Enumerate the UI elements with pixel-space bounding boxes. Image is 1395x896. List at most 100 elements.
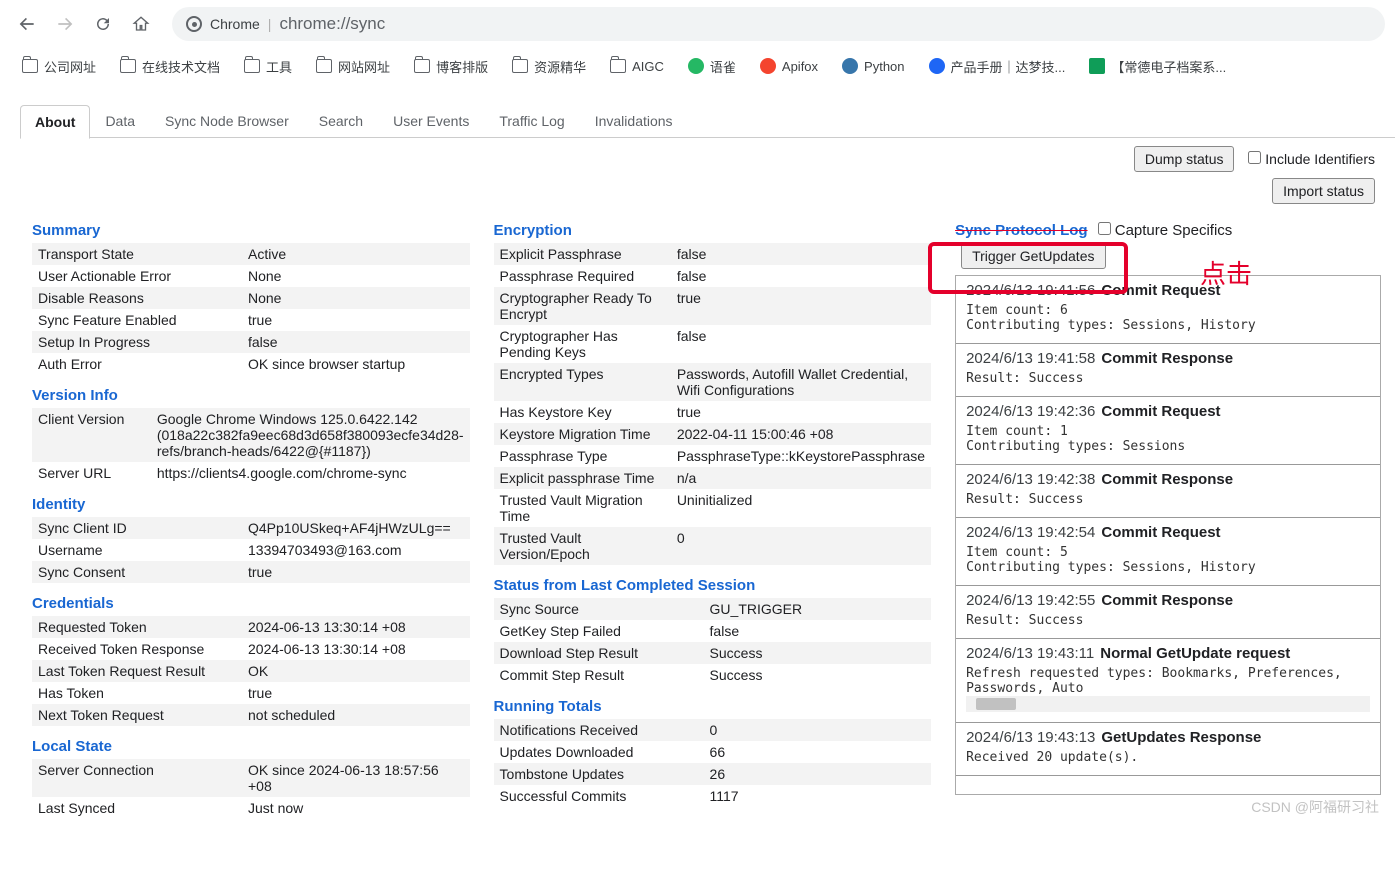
kv-key: Client Version	[32, 408, 151, 462]
include-identifiers-checkbox[interactable]	[1248, 151, 1261, 164]
forward-button[interactable]	[48, 7, 82, 41]
bookmark-item[interactable]: 产品手册｜达梦技...	[923, 53, 1072, 80]
bookmark-label: 博客排版	[436, 57, 488, 76]
log-timestamp: 2024/6/13 19:43:13	[966, 729, 1095, 746]
watermark: CSDN @阿福研习社	[1251, 797, 1379, 817]
bookmark-item[interactable]: 网站网址	[310, 53, 396, 80]
tab-data[interactable]: Data	[90, 104, 150, 138]
bookmark-item[interactable]: 在线技术文档	[114, 53, 226, 80]
import-status-button[interactable]: Import status	[1272, 178, 1375, 204]
bookmark-item[interactable]: AIGC	[604, 54, 670, 78]
tab-invalidations[interactable]: Invalidations	[580, 104, 688, 138]
table-row: Setup In Progressfalse	[32, 331, 470, 353]
log-entry[interactable]: 2024/6/13 19:42:36Commit RequestItem cou…	[956, 397, 1380, 465]
python-icon	[842, 58, 858, 74]
kv-table: Sync Client IDQ4Pp10USkeq+AF4jHWzULg==Us…	[32, 517, 470, 583]
back-button[interactable]	[10, 7, 44, 41]
table-row: GetKey Step Failedfalse	[494, 620, 932, 642]
bookmark-item[interactable]: 资源精华	[506, 53, 592, 80]
section-title: Version Info	[32, 387, 470, 404]
table-row: Explicit passphrase Timen/a	[494, 467, 932, 489]
kv-value: https://clients4.google.com/chrome-sync	[151, 462, 470, 484]
log-entry[interactable]: 2024/6/13 19:42:55Commit ResponseResult:…	[956, 586, 1380, 639]
folder-icon	[22, 58, 38, 74]
bookmark-item[interactable]: 博客排版	[408, 53, 494, 80]
kv-table: Notifications Received0Updates Downloade…	[494, 719, 932, 807]
capture-specifics-label[interactable]: Capture Specifics	[1098, 222, 1233, 239]
dm-icon	[929, 58, 945, 74]
tab-search[interactable]: Search	[304, 104, 378, 138]
kv-value: 0	[704, 719, 932, 741]
log-body: Item count: 5Contributing types: Session…	[966, 545, 1370, 575]
dump-status-button[interactable]: Dump status	[1134, 146, 1235, 172]
kv-value: 1117	[704, 785, 932, 807]
home-button[interactable]	[124, 7, 158, 41]
tab-traffic-log[interactable]: Traffic Log	[484, 104, 579, 138]
table-row: Auth ErrorOK since browser startup	[32, 353, 470, 375]
kv-value: OK since 2024-06-13 18:57:56 +08	[242, 759, 470, 797]
table-row: Received Token Response2024-06-13 13:30:…	[32, 638, 470, 660]
bookmark-item[interactable]: 工具	[238, 53, 298, 80]
table-row: Server URLhttps://clients4.google.com/ch…	[32, 462, 470, 484]
log-entry[interactable]: 2024/6/13 19:41:56Commit RequestItem cou…	[956, 276, 1380, 344]
section-title: Encryption	[494, 222, 932, 239]
horizontal-scrollbar[interactable]	[966, 696, 1370, 712]
kv-key: Trusted Vault Migration Time	[494, 489, 671, 527]
kv-table: Server ConnectionOK since 2024-06-13 18:…	[32, 759, 470, 819]
log-name: Normal GetUpdate request	[1100, 645, 1290, 662]
kv-key: Cryptographer Ready To Encrypt	[494, 287, 671, 325]
reload-button[interactable]	[86, 7, 120, 41]
table-row: Requested Token2024-06-13 13:30:14 +08	[32, 616, 470, 638]
bookmark-item[interactable]: 语雀	[682, 53, 742, 80]
bookmark-item[interactable]: 公司网址	[16, 53, 102, 80]
bookmark-item[interactable]: Apifox	[754, 54, 824, 78]
tab-sync-node-browser[interactable]: Sync Node Browser	[150, 104, 304, 138]
log-entry[interactable]: 2024/6/13 19:42:38Commit ResponseResult:…	[956, 465, 1380, 518]
kv-value: Success	[704, 642, 932, 664]
protocol-log-list[interactable]: 2024/6/13 19:41:56Commit RequestItem cou…	[955, 275, 1381, 795]
table-row: Has Keystore Keytrue	[494, 401, 932, 423]
bookmarks-bar: 公司网址在线技术文档 工具 网站网址 博客排版资源精华 AIGC 语雀 Apifox Pyth…	[0, 48, 1395, 84]
table-row: Successful Commits1117	[494, 785, 932, 807]
log-body: Received 20 update(s).	[966, 750, 1370, 765]
kv-key: Keystore Migration Time	[494, 423, 671, 445]
bookmark-item[interactable]: 【常德电子档案系...	[1083, 53, 1232, 80]
tab-user-events[interactable]: User Events	[378, 104, 484, 138]
table-row: Passphrase Requiredfalse	[494, 265, 932, 287]
include-identifiers-label[interactable]: Include Identifiers	[1248, 151, 1375, 167]
tab-about[interactable]: About	[20, 105, 90, 139]
sync-tabs: AboutDataSync Node BrowserSearchUser Eve…	[20, 104, 1395, 138]
kv-key: Next Token Request	[32, 704, 242, 726]
bookmark-item[interactable]: Python	[836, 54, 910, 78]
section-title: Status from Last Completed Session	[494, 577, 932, 594]
section-title: Credentials	[32, 595, 470, 612]
kv-value: true	[242, 682, 470, 704]
apifox-icon	[760, 58, 776, 74]
kv-value: 13394703493@163.com	[242, 539, 470, 561]
kv-value: false	[242, 331, 470, 353]
kv-value: true	[671, 287, 931, 325]
log-entry[interactable]: 2024/6/13 19:43:13GetUpdates ResponseRec…	[956, 723, 1380, 776]
kv-key: Server Connection	[32, 759, 242, 797]
kv-key: Download Step Result	[494, 642, 704, 664]
bookmark-label: 网站网址	[338, 57, 390, 76]
log-entry[interactable]: 2024/6/13 19:43:11Normal GetUpdate reque…	[956, 639, 1380, 723]
kv-key: Tombstone Updates	[494, 763, 704, 785]
capture-specifics-checkbox[interactable]	[1098, 222, 1111, 235]
table-row: Sync Consenttrue	[32, 561, 470, 583]
trigger-getupdates-button[interactable]: Trigger GetUpdates	[961, 243, 1105, 269]
kv-table: Client VersionGoogle Chrome Windows 125.…	[32, 408, 470, 484]
protocol-log-title: Sync Protocol Log	[955, 222, 1088, 239]
bookmark-label: 工具	[266, 57, 292, 76]
log-entry[interactable]: 2024/6/13 19:41:58Commit ResponseResult:…	[956, 344, 1380, 397]
log-entry[interactable]: 2024/6/13 19:42:54Commit RequestItem cou…	[956, 518, 1380, 586]
annotation-text: 点击	[1200, 254, 1252, 291]
kv-value: 2024-06-13 13:30:14 +08	[242, 638, 470, 660]
folder-icon	[244, 58, 260, 74]
kv-value: true	[671, 401, 931, 423]
address-bar[interactable]: Chrome | chrome://sync	[172, 7, 1385, 41]
table-row: Tombstone Updates26	[494, 763, 932, 785]
table-row: Next Token Requestnot scheduled	[32, 704, 470, 726]
log-name: Commit Request	[1101, 524, 1220, 541]
kv-table: Requested Token2024-06-13 13:30:14 +08Re…	[32, 616, 470, 726]
